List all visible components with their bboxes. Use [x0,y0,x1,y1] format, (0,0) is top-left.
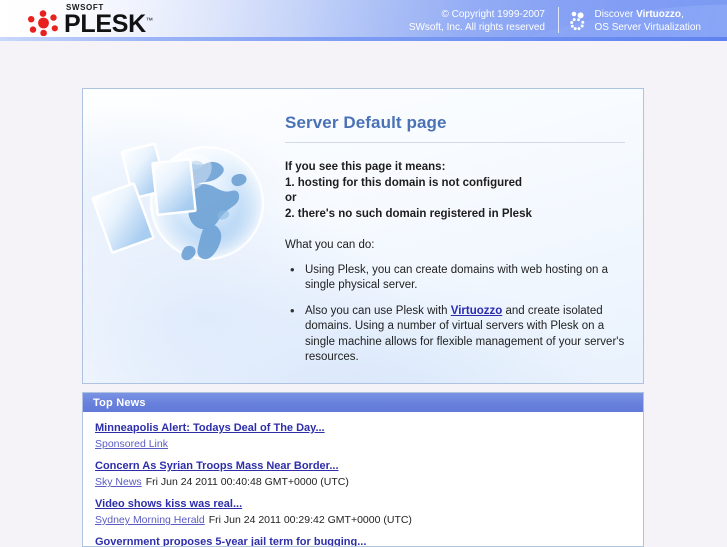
plesk-wordmark: PLESK™ [64,10,153,39]
discover-line-1: Discover Virtuozzo, [594,9,684,20]
news-meta: Sydney Morning Herald Fri Jun 24 2011 00:… [95,513,633,527]
reason-1: 1. hosting for this domain is not config… [285,176,523,189]
news-date: Fri Jun 24 2011 00:40:48 GMT+0000 (UTC) [145,476,349,488]
news-source-link[interactable]: Sponsored Link [95,438,168,450]
news-source-link[interactable]: Sky News [95,476,142,488]
news-headline-link[interactable]: Government proposes 5-year jail term for… [95,535,366,546]
copyright-line-1: © Copyright 1999-2007 [441,9,545,20]
trademark-mark: ™ [145,17,153,25]
page-title: Server Default page [285,113,447,132]
reason-or: or [285,192,297,204]
virtuozzo-brand: Virtuozzo [636,9,681,20]
options-list: Using Plesk, you can create domains with… [285,262,625,366]
globe-with-pages-icon [91,142,265,261]
news-meta: Sky News Fri Jun 24 2011 00:40:48 GMT+000… [95,475,633,489]
copyright-line-2: SWsoft, Inc. All rights reserved [408,22,545,33]
discover-line-2: OS Server Virtualization [594,22,701,33]
page-header: SWSOFT PLESK™ © Copyright 1999-2007 SWso… [0,0,727,41]
news-headline-link[interactable]: Minneapolis Alert: Todays Deal of The Da… [95,421,325,435]
top-news-panel: Top News Minneapolis Alert: Todays Deal … [82,392,644,547]
discover-text: Discover Virtuozzo, OS Server Virtualiza… [594,8,701,34]
top-news-header: Top News [83,393,643,412]
discover-virtuozzo-link[interactable]: Discover Virtuozzo, OS Server Virtualiza… [570,8,701,34]
header-underline [0,37,727,41]
copyright-notice: © Copyright 1999-2007 SWsoft, Inc. All r… [375,8,545,34]
news-headline-link[interactable]: Concern As Syrian Troops Mass Near Borde… [95,459,339,473]
list-item: Minneapolis Alert: Todays Deal of The Da… [95,421,633,451]
what-you-can-do-label: What you can do: [285,239,375,251]
virtuozzo-inline-link[interactable]: Virtuozzo [451,305,503,317]
list-item: Government proposes 5-year jail term for… [95,535,633,546]
reason-2: 2. there's no such domain registered in … [285,207,532,220]
news-source-link[interactable]: Sydney Morning Herald [95,514,205,526]
header-divider [558,7,559,33]
news-meta: Sponsored Link [95,437,633,451]
virtuozzo-icon [570,11,585,30]
swsoft-dots-icon [28,10,58,36]
panel-content: Server Default page If you see this page… [285,113,625,376]
news-date: Fri Jun 24 2011 00:29:42 GMT+0000 (UTC) [208,514,412,526]
default-page-panel: Server Default page If you see this page… [82,88,644,384]
plesk-logo[interactable]: SWSOFT PLESK™ [26,4,153,39]
bullet-2-text-before: Also you can use Plesk with [305,304,451,317]
news-headline-link[interactable]: Video shows kiss was real... [95,497,242,511]
intro-text: If you see this page it means: [285,161,446,173]
list-item: Concern As Syrian Troops Mass Near Borde… [95,459,633,489]
bullet-1-text: Using Plesk, you can create domains with… [305,263,608,292]
title-divider [285,142,625,143]
list-item: Using Plesk, you can create domains with… [290,262,625,294]
list-item: Also you can use Plesk with Virtuozzo an… [290,303,625,366]
top-news-title: Top News [93,396,146,409]
news-list: Minneapolis Alert: Todays Deal of The Da… [83,412,643,546]
list-item: Video shows kiss was real... Sydney Morn… [95,497,633,527]
